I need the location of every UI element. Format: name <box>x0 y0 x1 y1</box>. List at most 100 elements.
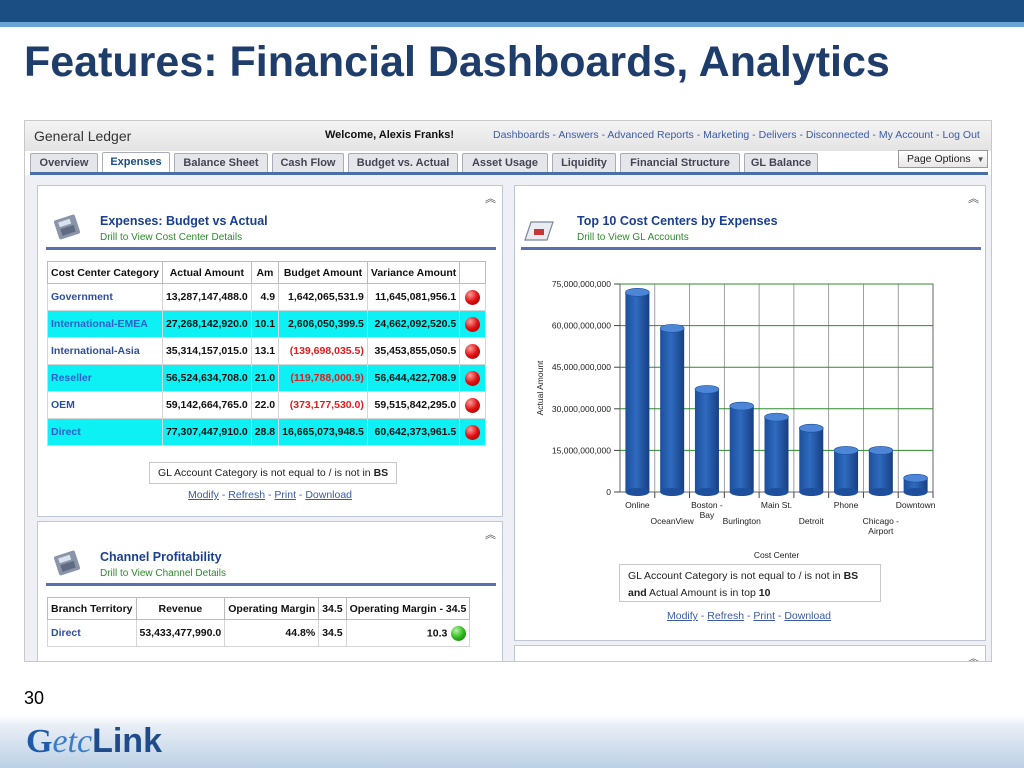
cell-budget: (373,177,530.0) <box>278 391 368 419</box>
channel-panel-title: Channel Profitability <box>100 550 222 564</box>
logo-g: G <box>26 723 53 760</box>
tab-balance-sheet[interactable]: Balance Sheet <box>174 153 268 172</box>
cost-center-link[interactable]: Direct <box>47 418 163 446</box>
bar-top <box>729 401 755 411</box>
modify-link[interactable]: Modify <box>667 610 698 622</box>
y-tick-label: 75,000,000,000 <box>552 279 611 289</box>
lower-right-panel: ︽ <box>514 645 986 661</box>
cost-center-link[interactable]: International-Asia <box>47 337 163 365</box>
tab-gl-balance[interactable]: GL Balance <box>744 153 818 172</box>
bar-top <box>903 473 928 483</box>
collapse-icon[interactable]: ︽ <box>485 526 496 542</box>
cost-center-link[interactable]: Government <box>47 283 163 311</box>
refresh-link[interactable]: Refresh <box>707 610 744 622</box>
cost-panel-subtitle[interactable]: Drill to View GL Accounts <box>577 232 689 243</box>
collapse-icon[interactable]: ︽ <box>968 190 979 206</box>
link-separator: - <box>796 129 806 141</box>
table-row: Government 13,287,147,488.0 4.9 1,642,065,5… <box>47 283 487 311</box>
column-header[interactable]: Cost Center Category <box>47 261 163 284</box>
x-tick-label: Boston - <box>691 500 723 510</box>
x-tick-label: Chicago - <box>863 516 900 526</box>
channel-panel-subtitle[interactable]: Drill to View Channel Details <box>100 568 226 579</box>
column-header[interactable]: Actual Amount <box>161 261 252 284</box>
nav-link-log-out[interactable]: Log Out <box>942 129 979 141</box>
y-tick-label: 30,000,000,000 <box>552 404 611 414</box>
page-options-label: Page Options <box>907 153 971 165</box>
nav-link-marketing[interactable]: Marketing <box>703 129 749 141</box>
nav-link-disconnected[interactable]: Disconnected <box>806 129 870 141</box>
cell-actual: 56,524,634,708.0 <box>161 364 252 392</box>
nav-link-my-account[interactable]: My Account <box>879 129 933 141</box>
cost-filter-value: BS <box>843 570 859 582</box>
cell-am: 21.0 <box>250 364 280 392</box>
column-header[interactable]: Branch Territory <box>47 597 137 620</box>
global-nav-links: Dashboards - Answers - Advanced Reports … <box>493 129 980 141</box>
bar-oceanview <box>660 328 685 492</box>
cost-center-link[interactable]: International-EMEA <box>47 310 163 338</box>
column-header[interactable]: Operating Margin - 34.5 <box>345 597 471 620</box>
tab-asset-usage[interactable]: Asset Usage <box>462 153 548 172</box>
table-row: Direct 53,433,477,990.0 44.8% 34.5 10.3 <box>47 619 471 647</box>
print-link[interactable]: Print <box>274 489 296 501</box>
x-tick-label: Online <box>625 500 650 510</box>
x-axis-label: Cost Center <box>754 550 800 560</box>
download-link[interactable]: Download <box>305 489 352 501</box>
modify-link[interactable]: Modify <box>188 489 219 501</box>
tab-financial-structure[interactable]: Financial Structure <box>620 153 740 172</box>
bar-base <box>694 488 719 496</box>
red-status-icon <box>465 316 481 332</box>
expenses-filter-value: BS <box>373 467 389 479</box>
refresh-link[interactable]: Refresh <box>228 489 265 501</box>
expenses-table: Cost Center Category Actual Amount Am Budge… <box>47 261 487 446</box>
download-link[interactable]: Download <box>784 610 831 622</box>
cost-center-link[interactable]: Reseller <box>47 364 163 392</box>
collapse-icon[interactable]: ︽ <box>968 650 979 661</box>
dashboard-screenshot: General Ledger Welcome, Alexis Franks! D… <box>24 120 992 662</box>
tab-cash-flow[interactable]: Cash Flow <box>272 153 344 172</box>
bar-phone <box>834 450 859 492</box>
bar-base <box>625 488 650 496</box>
nav-link-advanced-reports[interactable]: Advanced Reports <box>607 129 693 141</box>
cell-am: 28.8 <box>250 418 280 446</box>
print-link[interactable]: Print <box>753 610 775 622</box>
tab-expenses[interactable]: Expenses <box>102 152 170 172</box>
bar-boston-bay <box>694 389 719 492</box>
cost-filter-line2: and Actual Amount is in top 10 <box>628 585 872 602</box>
cell-revenue: 53,433,477,990.0 <box>135 619 226 647</box>
column-header[interactable]: Revenue <box>135 597 226 620</box>
column-header[interactable]: 34.5 <box>318 597 347 620</box>
territory-link[interactable]: Direct <box>47 619 137 647</box>
x-tick-label: OceanView <box>651 516 695 526</box>
cell-actual: 77,307,447,910.0 <box>161 418 252 446</box>
tab-overview[interactable]: Overview <box>30 153 98 172</box>
page-options-dropdown[interactable]: Page Options ▼ <box>898 150 988 168</box>
nav-link-answers[interactable]: Answers <box>558 129 598 141</box>
status-cell <box>459 364 487 392</box>
cell-variance: 35,453,855,050.5 <box>366 337 461 365</box>
link-separator: - <box>774 610 785 622</box>
column-header[interactable]: Operating Margin <box>224 597 320 620</box>
cell-am: 13.1 <box>250 337 280 365</box>
column-header[interactable]: Budget Amount <box>278 261 368 284</box>
nav-link-delivers[interactable]: Delivers <box>759 129 797 141</box>
red-status-icon <box>465 343 481 359</box>
x-tick-label: Airport <box>868 526 894 536</box>
expenses-panel-subtitle[interactable]: Drill to View Cost Center Details <box>100 232 242 243</box>
slide-number: 30 <box>24 688 45 708</box>
bar-top <box>625 288 650 297</box>
link-separator: - <box>295 489 306 501</box>
app-header: General Ledger Welcome, Alexis Franks! D… <box>25 121 991 151</box>
bar-base <box>903 488 928 496</box>
nav-link-dashboards[interactable]: Dashboards <box>493 129 550 141</box>
cell-variance: 60,642,373,961.5 <box>366 418 461 446</box>
tab-budget-vs-actual[interactable]: Budget vs. Actual <box>348 153 458 172</box>
tab-liquidity[interactable]: Liquidity <box>552 153 616 172</box>
column-header[interactable]: Variance Amount <box>366 261 461 284</box>
cost-center-link[interactable]: OEM <box>47 391 163 419</box>
column-header[interactable]: Am <box>250 261 280 284</box>
collapse-icon[interactable]: ︽ <box>485 190 496 206</box>
x-tick-label: Bay <box>700 510 715 520</box>
red-status-icon <box>465 370 481 386</box>
cell-budget: 1,642,065,531.9 <box>278 283 368 311</box>
y-axis-label: Actual Amount <box>535 360 545 415</box>
